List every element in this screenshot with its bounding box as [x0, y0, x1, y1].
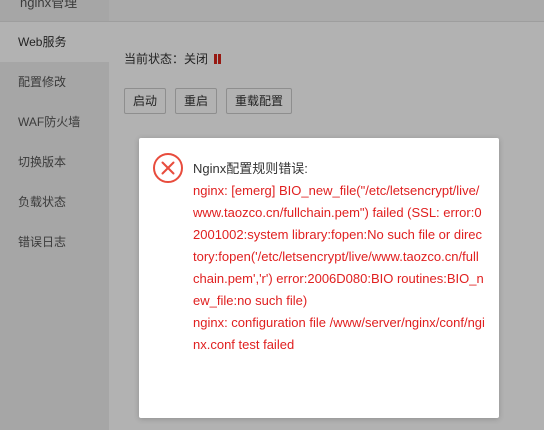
- dialog-message: Nginx配置规则错误: nginx: [emerg] BIO_new_file…: [193, 158, 485, 356]
- error-circle-icon: [153, 153, 183, 183]
- error-dialog: Nginx配置规则错误: nginx: [emerg] BIO_new_file…: [139, 138, 499, 418]
- nginx-manager-window: nginx管理 Web服务 配置修改 WAF防火墙 切换版本 负载状态 错误日志…: [0, 0, 544, 430]
- error-line: nginx: [emerg] BIO_new_file("/etc/letsen…: [193, 183, 484, 308]
- error-line: nginx: configuration file /www/server/ng…: [193, 315, 485, 352]
- dialog-heading: Nginx配置规则错误:: [193, 161, 308, 176]
